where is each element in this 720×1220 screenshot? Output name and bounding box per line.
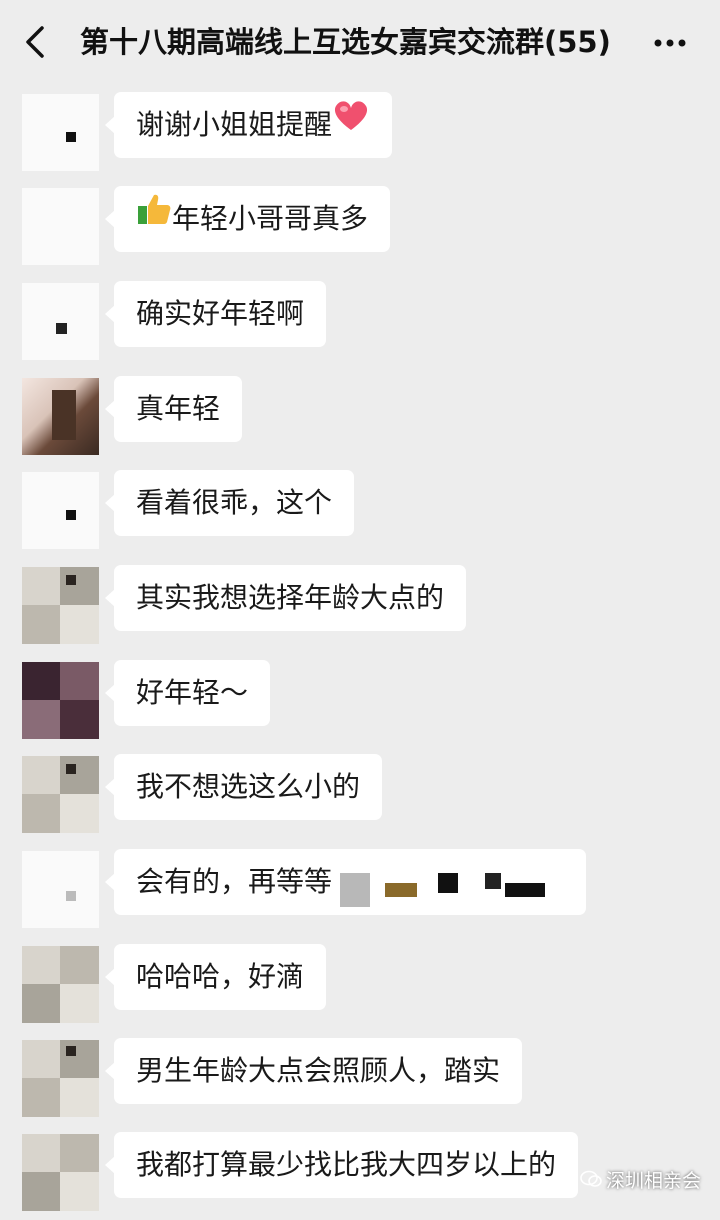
- wechat-icon: [580, 1165, 602, 1199]
- message-bubble[interactable]: 我不想选这么小的: [104, 754, 383, 820]
- message-bubble[interactable]: 男生年龄大点会照顾人，踏实: [104, 1038, 523, 1104]
- message-item: 年轻小哥哥真多: [0, 180, 720, 274]
- watermark: 深圳相亲会: [580, 1164, 720, 1198]
- avatar[interactable]: [22, 1134, 99, 1211]
- avatar[interactable]: [22, 378, 99, 455]
- avatar[interactable]: [22, 94, 99, 171]
- heart-icon: [332, 90, 370, 156]
- message-bubble[interactable]: 谢谢小姐姐提醒: [104, 90, 393, 158]
- avatar[interactable]: [22, 567, 99, 644]
- message-text: 男生年龄大点会照顾人，踏实: [136, 1054, 501, 1087]
- message-list: 谢谢小姐姐提醒 年轻小哥哥真多 确实好年轻啊 真年轻 看着很乖，这个 其实我想选…: [0, 86, 720, 1213]
- back-button[interactable]: [18, 22, 54, 62]
- message-bubble[interactable]: 年轻小哥哥真多: [104, 184, 391, 252]
- message-text: 真年轻: [136, 392, 221, 425]
- message-bubble[interactable]: 其实我想选择年龄大点的: [104, 565, 467, 631]
- more-dots-icon: [654, 39, 686, 47]
- message-item: 真年轻: [0, 370, 720, 464]
- message-bubble[interactable]: 真年轻: [104, 376, 243, 442]
- message-bubble[interactable]: 看着很乖，这个: [104, 470, 355, 536]
- message-item: 谢谢小姐姐提醒: [0, 86, 720, 180]
- message-text: 会有的，再等等: [136, 865, 333, 898]
- chat-header: 第十八期高端线上互选女嘉宾交流群(55): [0, 0, 720, 86]
- avatar[interactable]: [22, 946, 99, 1023]
- message-text: 确实好年轻啊: [136, 297, 305, 330]
- message-bubble[interactable]: 确实好年轻啊: [104, 281, 327, 347]
- message-text: 我不想选这么小的: [136, 770, 361, 803]
- message-item: 确实好年轻啊: [0, 275, 720, 369]
- chat-title: 第十八期高端线上互选女嘉宾交流群(55): [80, 25, 611, 59]
- avatar[interactable]: [22, 472, 99, 549]
- message-item: 会有的，再等等: [0, 843, 720, 937]
- back-chevron-icon: [26, 26, 44, 58]
- message-item: 我不想选这么小的: [0, 748, 720, 842]
- message-item: 看着很乖，这个: [0, 464, 720, 558]
- avatar[interactable]: [22, 756, 99, 833]
- avatar[interactable]: [22, 283, 99, 360]
- message-bubble[interactable]: 哈哈哈，好滴: [104, 944, 327, 1010]
- message-bubble[interactable]: 好年轻～: [104, 660, 271, 726]
- message-text: 看着很乖，这个: [136, 486, 333, 519]
- avatar[interactable]: [22, 188, 99, 265]
- message-item: 哈哈哈，好滴: [0, 938, 720, 1032]
- message-text: 好年轻～: [136, 676, 249, 709]
- thumbs-up-icon: [136, 184, 172, 250]
- avatar[interactable]: [22, 851, 99, 928]
- message-text: 谢谢小姐姐提醒: [136, 108, 333, 141]
- message-text: 哈哈哈，好滴: [136, 960, 305, 993]
- watermark-text: 深圳相亲会: [606, 1170, 702, 1192]
- message-item: 其实我想选择年龄大点的: [0, 559, 720, 653]
- message-item: 好年轻～: [0, 654, 720, 748]
- message-text: 我都打算最少找比我大四岁以上的: [136, 1148, 557, 1181]
- avatar[interactable]: [22, 662, 99, 739]
- avatar[interactable]: [22, 1040, 99, 1117]
- message-bubble[interactable]: 我都打算最少找比我大四岁以上的: [104, 1132, 579, 1198]
- message-item: 男生年龄大点会照顾人，踏实: [0, 1032, 720, 1126]
- more-button[interactable]: [650, 26, 690, 60]
- message-text: 年轻小哥哥真多: [172, 202, 369, 235]
- message-text: 其实我想选择年龄大点的: [136, 581, 445, 614]
